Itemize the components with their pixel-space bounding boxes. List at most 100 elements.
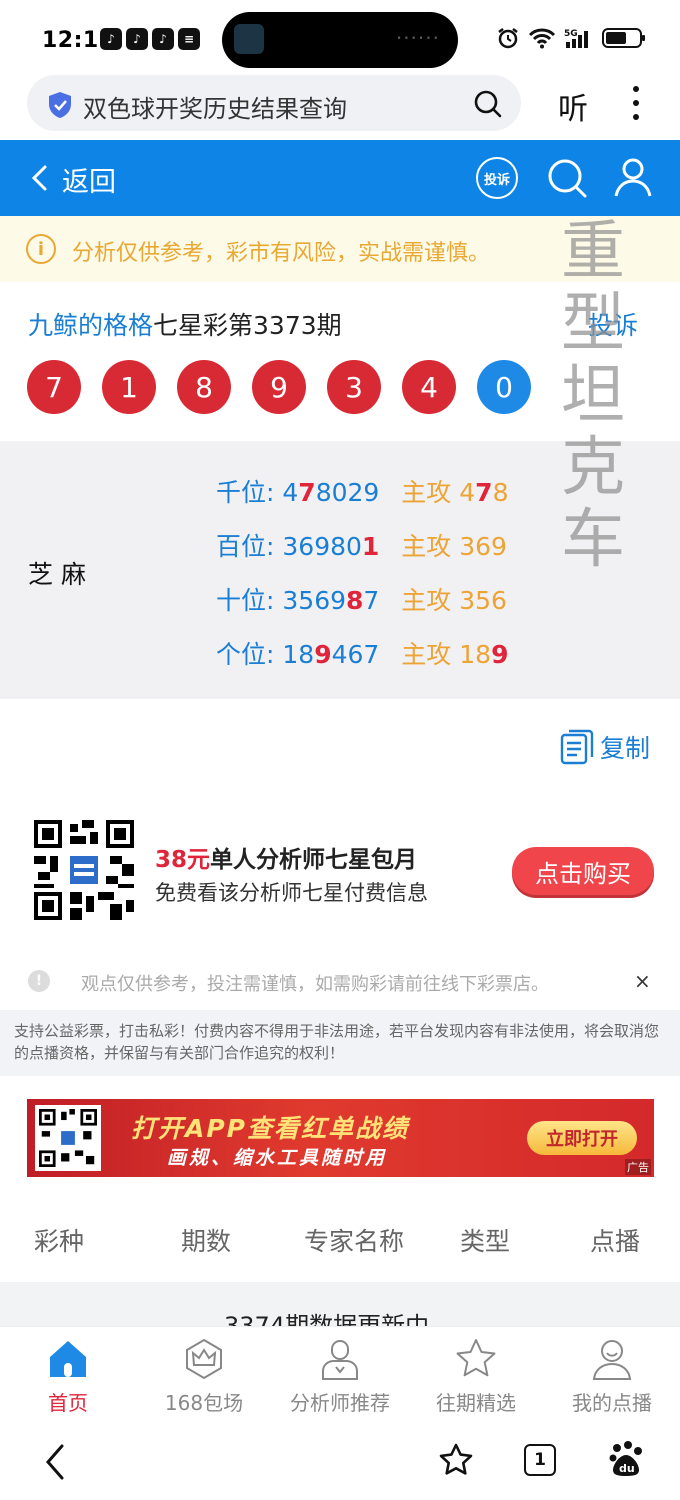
number-ball: 4 (402, 360, 456, 414)
main-digits: 369 (459, 532, 507, 561)
tiktok-icon: ♪ (152, 28, 174, 50)
position-label: 个位: (216, 640, 275, 669)
status-bar: 12:11 ♪ ♪ ♪ ≡ ······ 5G (0, 0, 680, 78)
info-icon: i (26, 234, 56, 264)
main-label: 主攻 (401, 640, 452, 669)
watermark: 重型坦克车 (561, 215, 625, 577)
number-ball: 8 (177, 360, 231, 414)
close-icon[interactable]: × (634, 969, 651, 993)
complain-button[interactable]: 投诉 (476, 157, 518, 199)
main-digits: 356 (459, 586, 507, 615)
back-button[interactable]: 返回 (62, 160, 116, 199)
digits: 18 (282, 640, 315, 669)
position-label: 十位: (216, 586, 275, 615)
number-ball: 9 (252, 360, 306, 414)
copy-label: 复制 (600, 734, 651, 763)
tab-label: 分析师推荐 (290, 1391, 390, 1415)
wifi-icon (528, 28, 556, 49)
signal-icon: 5G (564, 29, 588, 48)
system-icons: 5G (496, 26, 645, 50)
promo-subtitle: 免费看该分析师七星付费信息 (155, 881, 428, 905)
author-link[interactable]: 九鲸的格格 (28, 311, 153, 340)
user-icon[interactable] (612, 156, 654, 198)
warning-text: 分析仅供参考，彩市有风险，实战需谨慎。 (72, 241, 491, 266)
baidu-icon[interactable]: du (608, 1440, 644, 1478)
tab-my-orders[interactable]: 我的点播 (544, 1327, 680, 1427)
star-icon (456, 1339, 496, 1377)
draw-numbers: 7 1 8 9 3 4 0 (27, 360, 531, 414)
copy-icon (560, 729, 594, 765)
update-status: 3374期数据更新中 (224, 1312, 430, 1326)
promo-title: 38元单人分析师七星包月 (155, 840, 417, 874)
listen-button[interactable]: 听 (558, 84, 588, 128)
shield-icon (49, 92, 71, 118)
tab-past-picks[interactable]: 往期精选 (408, 1327, 544, 1427)
search-input[interactable]: 双色球开奖历史结果查询 (83, 89, 347, 124)
digits: 8029 (315, 478, 380, 507)
tab-label: 168包场 (164, 1391, 244, 1415)
analysis-line: 百位: 369801 主攻 369 (216, 527, 507, 563)
digits: 3569 (282, 586, 347, 615)
tab-home[interactable]: 首页 (0, 1327, 136, 1427)
main-digits: 8 (492, 478, 509, 507)
open-app-button[interactable]: 立即打开 (527, 1121, 637, 1155)
browser-toolbar: 1 du (0, 1426, 680, 1500)
analyst-icon (322, 1340, 358, 1380)
qr-code (35, 1105, 101, 1171)
digits: 36980 (282, 532, 362, 561)
app-ad-banner[interactable]: 打开APP查看红单战绩 画规、缩水工具随时用 立即打开 广告 (27, 1099, 654, 1177)
banner-subline: 画规、缩水工具随时用 (167, 1147, 388, 1169)
digits-highlight: 7 (298, 478, 316, 507)
analysis-line: 个位: 189467 主攻 189 (216, 635, 508, 671)
digits-highlight: 8 (346, 586, 364, 615)
analysis-label: 芝麻 (28, 560, 95, 589)
main-label: 主攻 (401, 586, 452, 615)
position-label: 百位: (216, 532, 275, 561)
buy-button[interactable]: 点击购买 (512, 847, 654, 895)
copy-button[interactable]: 复制 (560, 729, 650, 765)
tab-168[interactable]: 168包场 (136, 1327, 272, 1427)
bottom-tab-bar: 首页 168包场 分析师推荐 往期精选 我的点播 (0, 1326, 680, 1426)
number-ball: 1 (102, 360, 156, 414)
battery-icon (602, 28, 645, 48)
back-arrow-icon[interactable] (42, 1442, 68, 1482)
banner-headline: 打开APP查看红单战绩 (131, 1114, 409, 1143)
activity-dots: ······ (395, 26, 440, 50)
tab-analyst[interactable]: 分析师推荐 (272, 1327, 408, 1427)
digits-highlight: 9 (314, 640, 332, 669)
table-row: 3374期数据更新中 (0, 1282, 680, 1326)
digits: 4 (282, 478, 299, 507)
table-header: 彩种 期数 专家名称 类型 点播 (0, 1200, 680, 1280)
tab-switcher-button[interactable]: 1 (524, 1444, 556, 1476)
qr-code (34, 820, 134, 920)
main-highlight: 9 (491, 640, 509, 669)
notification-icons: ♪ ♪ ♪ ≡ (100, 28, 200, 50)
tab-label: 我的点播 (572, 1391, 652, 1415)
column-header: 期数 (181, 1227, 232, 1256)
bookmark-star-icon[interactable] (438, 1442, 474, 1478)
ad-tag: 广告 (625, 1159, 651, 1175)
main-label: 主攻 (401, 478, 452, 507)
page-header: 返回 投诉 (0, 140, 680, 216)
number-ball: 7 (27, 360, 81, 414)
chevron-left-icon[interactable] (30, 164, 48, 192)
search-bar[interactable]: 双色球开奖历史结果查询 (27, 75, 521, 131)
number-ball-special: 0 (477, 360, 531, 414)
column-header: 彩种 (34, 1227, 85, 1256)
info-icon: ! (28, 970, 50, 992)
more-menu-icon[interactable] (632, 86, 640, 120)
disclaimer: 支持公益彩票，打击私彩！付费内容不得用于非法用途，若平台发现内容有非法使用，将会… (0, 1010, 680, 1076)
digits: 7 (363, 586, 380, 615)
issue-title: 七星彩第3373期 (153, 311, 342, 340)
search-icon[interactable] (546, 157, 588, 199)
alarm-icon (498, 28, 518, 49)
crown-icon (186, 1338, 222, 1380)
camera-icon (234, 24, 264, 54)
column-header: 类型 (460, 1227, 511, 1256)
search-icon[interactable] (473, 89, 503, 119)
main-highlight: 7 (475, 478, 493, 507)
tab-label: 首页 (48, 1391, 88, 1415)
svg-text:5G: 5G (564, 29, 578, 39)
main-digits: 18 (459, 640, 492, 669)
tiktok-icon: ♪ (100, 28, 122, 50)
